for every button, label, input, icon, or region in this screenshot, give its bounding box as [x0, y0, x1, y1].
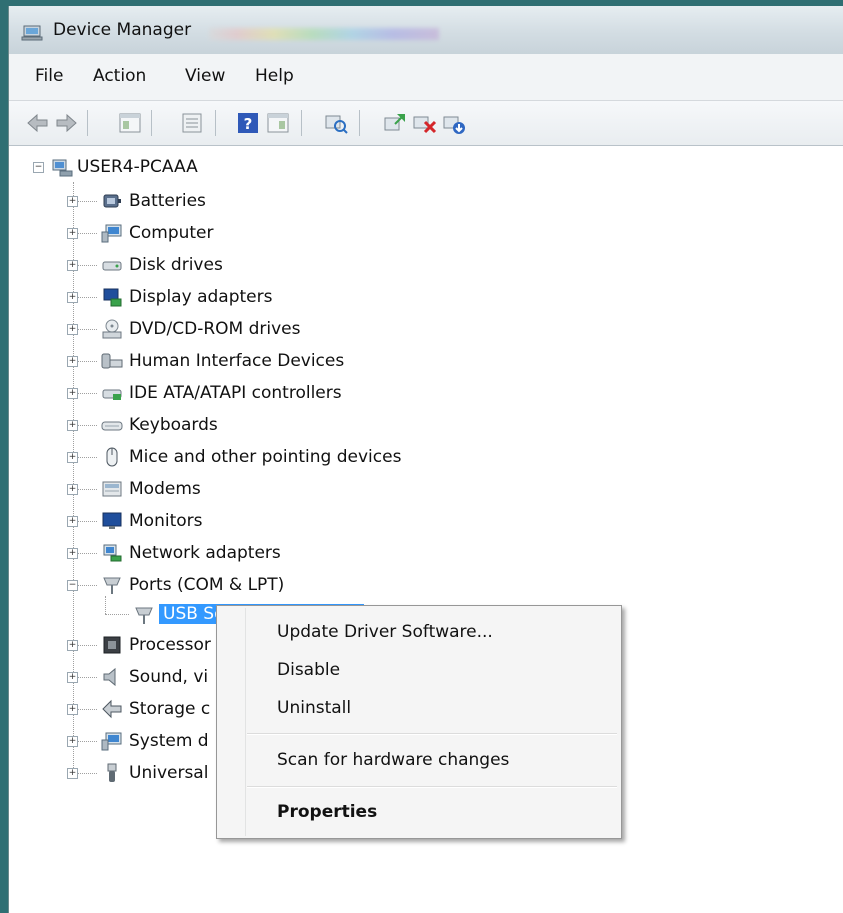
tree-node-label[interactable]: IDE ATA/ATAPI controllers — [129, 383, 342, 403]
modem-icon — [102, 481, 122, 497]
menu-bar: File Action View Help — [9, 54, 843, 101]
expand-toggle[interactable]: + — [67, 420, 78, 431]
expand-toggle[interactable]: + — [67, 196, 78, 207]
uninstall-menu-item[interactable]: Uninstall — [277, 698, 351, 718]
storage-icon — [102, 699, 122, 719]
keyboard-icon — [101, 421, 123, 431]
tree-node-label[interactable]: Sound, vi — [129, 667, 208, 687]
context-menu-separator — [247, 733, 617, 735]
display-adapter-icon — [103, 288, 122, 307]
toolbar-separator — [215, 110, 216, 136]
menu-help[interactable]: Help — [255, 66, 294, 86]
tree-node-label[interactable]: DVD/CD-ROM drives — [129, 319, 300, 339]
tree-root-label[interactable]: USER4-PCAAA — [77, 157, 198, 177]
menu-view[interactable]: View — [185, 66, 225, 86]
disk-drive-icon — [102, 261, 122, 271]
context-menu-gutter — [245, 608, 246, 836]
tree-connector — [105, 596, 106, 614]
expand-toggle[interactable]: + — [67, 356, 78, 367]
tree-node-label[interactable]: Mice and other pointing devices — [129, 447, 401, 467]
expand-toggle[interactable]: + — [67, 484, 78, 495]
update-driver-menu-item[interactable]: Update Driver Software... — [277, 622, 493, 642]
expand-toggle[interactable]: + — [67, 768, 78, 779]
help-icon[interactable]: ? — [235, 110, 261, 136]
update-driver-icon[interactable] — [381, 110, 407, 136]
tree-node-label[interactable]: Universal — [129, 763, 208, 783]
toolbar-separator — [359, 110, 360, 136]
expand-toggle[interactable]: + — [67, 324, 78, 335]
battery-icon — [103, 194, 121, 208]
uninstall-icon[interactable] — [411, 110, 437, 136]
console-tree-icon[interactable] — [265, 110, 291, 136]
properties-icon[interactable] — [179, 110, 205, 136]
sound-icon — [103, 667, 116, 687]
tree-node-label[interactable]: Disk drives — [129, 255, 223, 275]
tree-node-label[interactable]: Modems — [129, 479, 201, 499]
network-adapter-icon — [103, 544, 122, 562]
expand-toggle[interactable]: + — [67, 736, 78, 747]
dvd-drive-icon — [102, 319, 122, 339]
tree-node-label[interactable]: Storage c — [129, 699, 210, 719]
toolbar-separator — [87, 110, 88, 136]
tree-node-label[interactable]: Network adapters — [129, 543, 281, 563]
toolbar: ? — [9, 101, 843, 146]
context-menu: Update Driver Software... Disable Uninst… — [216, 605, 622, 839]
properties-menu-item[interactable]: Properties — [277, 802, 377, 822]
processor-icon — [103, 636, 121, 654]
computer-icon — [101, 224, 122, 243]
tree-node-label[interactable]: Human Interface Devices — [129, 351, 344, 371]
tree-node-label[interactable]: Ports (COM & LPT) — [129, 575, 284, 595]
title-bar[interactable]: Device Manager — [9, 6, 843, 54]
collapse-toggle[interactable]: − — [67, 580, 78, 591]
toolbar-separator — [151, 110, 152, 136]
svg-text:?: ? — [244, 115, 253, 133]
expand-toggle[interactable]: + — [67, 640, 78, 651]
menu-action[interactable]: Action — [93, 66, 146, 86]
forward-icon[interactable] — [53, 110, 79, 136]
port-icon — [135, 607, 153, 624]
system-device-icon — [101, 732, 122, 751]
expand-toggle[interactable]: + — [67, 388, 78, 399]
tree-node-label[interactable]: Display adapters — [129, 287, 272, 307]
mouse-icon — [106, 447, 118, 467]
collapse-root-toggle[interactable]: − — [33, 162, 44, 173]
context-menu-separator — [247, 786, 617, 788]
menu-file[interactable]: File — [35, 66, 63, 86]
title-decoration — [209, 28, 439, 40]
scan-hardware-icon[interactable] — [323, 110, 349, 136]
tree-connector — [105, 614, 129, 615]
monitor-icon — [102, 512, 122, 529]
computer-network-icon — [52, 159, 73, 177]
usb-icon — [107, 763, 117, 782]
ide-controller-icon — [102, 389, 122, 400]
expand-toggle[interactable]: + — [67, 452, 78, 463]
disable-icon[interactable] — [441, 110, 467, 136]
tree-node-label[interactable]: System d — [129, 731, 209, 751]
tree-node-label[interactable]: Keyboards — [129, 415, 218, 435]
hid-icon — [101, 353, 123, 369]
toolbar-separator — [301, 110, 302, 136]
tree-node-label[interactable]: Monitors — [129, 511, 202, 531]
disable-menu-item[interactable]: Disable — [277, 660, 340, 680]
expand-toggle[interactable]: + — [67, 516, 78, 527]
expand-toggle[interactable]: + — [67, 672, 78, 683]
back-icon[interactable] — [25, 110, 51, 136]
port-icon — [103, 577, 121, 594]
tree-node-label[interactable]: Batteries — [129, 191, 206, 211]
show-hide-console-tree-icon[interactable] — [117, 110, 143, 136]
expand-toggle[interactable]: + — [67, 292, 78, 303]
tree-node-label[interactable]: Computer — [129, 223, 214, 243]
scan-hardware-menu-item[interactable]: Scan for hardware changes — [277, 750, 509, 770]
expand-toggle[interactable]: + — [67, 228, 78, 239]
expand-toggle[interactable]: + — [67, 704, 78, 715]
tree-node-label[interactable]: Processor — [129, 635, 211, 655]
expand-toggle[interactable]: + — [67, 260, 78, 271]
expand-toggle[interactable]: + — [67, 548, 78, 559]
window-title: Device Manager — [53, 20, 192, 40]
device-manager-icon — [21, 25, 43, 41]
